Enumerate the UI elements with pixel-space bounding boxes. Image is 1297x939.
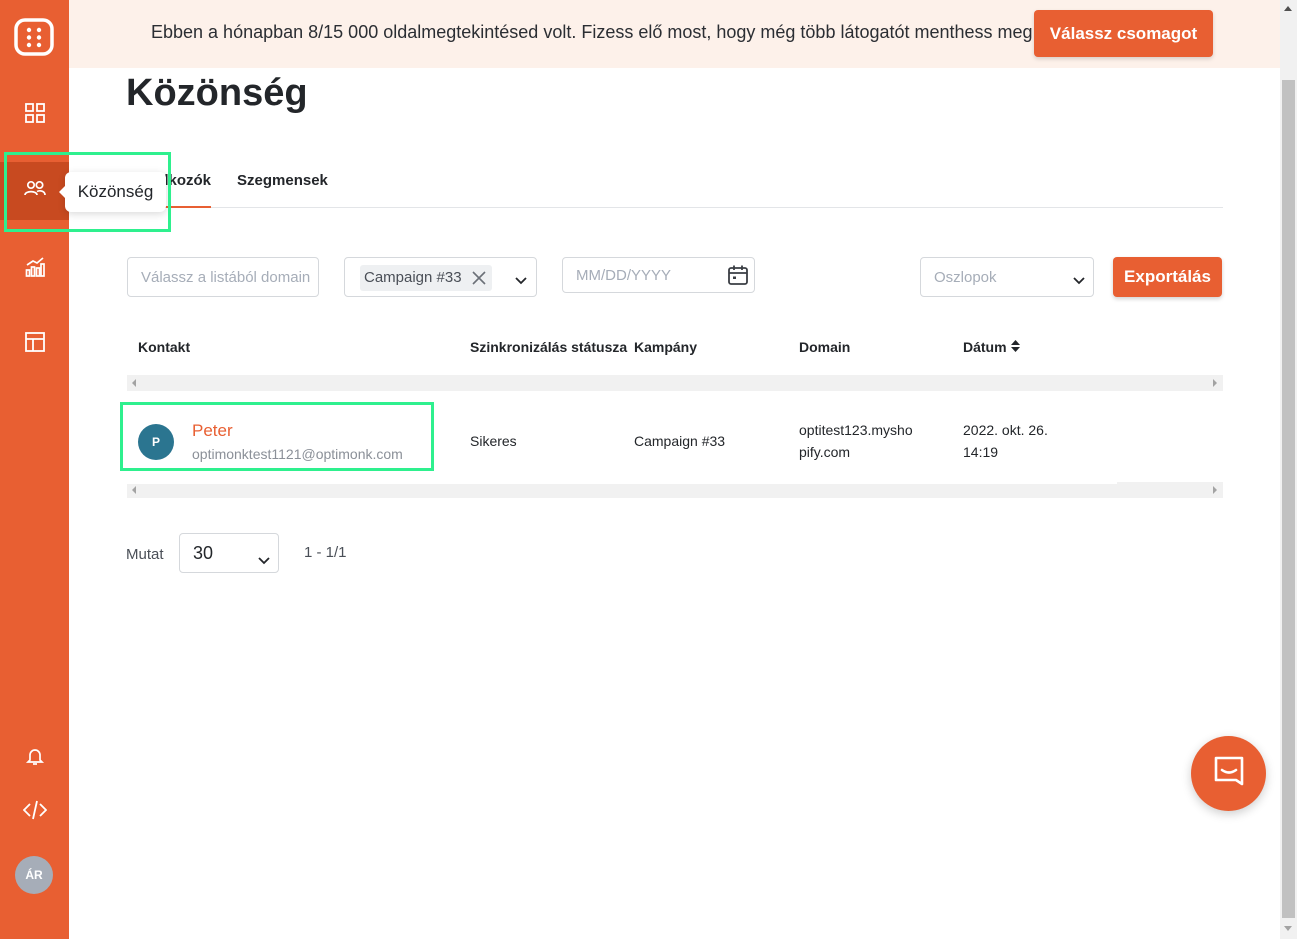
date-input[interactable]: MM/DD/YYYY bbox=[562, 257, 755, 293]
column-header-domain: Domain bbox=[799, 339, 851, 355]
date-input-placeholder: MM/DD/YYYY bbox=[576, 267, 672, 284]
per-page-value: 30 bbox=[193, 543, 214, 563]
banner-message: Ebben a hónapban 8/15 000 oldalmegtekint… bbox=[151, 22, 1038, 42]
sidebar-item-notifications[interactable] bbox=[0, 729, 69, 787]
scroll-left-arrow-icon[interactable] bbox=[132, 486, 136, 494]
tab-segments[interactable]: Szegmensek bbox=[237, 172, 328, 189]
column-header-sync-status: Szinkronizálás státusza bbox=[470, 339, 628, 355]
app-root: ÁR Ebben a hónapban 8/15 000 oldalmegtek… bbox=[0, 0, 1297, 939]
sidebar-tooltip: Közönség bbox=[59, 172, 166, 212]
page-title: Közönség bbox=[126, 72, 308, 114]
app-logo-icon[interactable] bbox=[14, 18, 54, 58]
table-header-scrollbar[interactable] bbox=[127, 375, 1223, 391]
table-body-scrollbar[interactable] bbox=[127, 482, 1223, 498]
chat-icon bbox=[1212, 754, 1246, 793]
column-header-campaign: Kampány bbox=[634, 339, 698, 355]
contact-avatar: P bbox=[138, 424, 174, 460]
sidebar-item-code[interactable] bbox=[0, 783, 69, 841]
page-scrollbar[interactable] bbox=[1280, 0, 1297, 939]
sort-icon[interactable] bbox=[1010, 339, 1020, 355]
chevron-down-icon bbox=[515, 272, 527, 289]
column-header-contact: Kontakt bbox=[138, 339, 191, 355]
remove-chip-icon[interactable] bbox=[470, 269, 488, 291]
per-page-label: Mutat bbox=[126, 546, 164, 563]
scrollbar-thumb[interactable] bbox=[1282, 80, 1295, 918]
date-cell-line1: 2022. okt. 26. bbox=[963, 422, 1048, 438]
choose-plan-button[interactable]: Válassz csomagot bbox=[1034, 10, 1213, 57]
domain-cell-line2: pify.com bbox=[799, 444, 851, 460]
sidebar-item-analytics[interactable] bbox=[0, 240, 69, 298]
campaign-select[interactable]: Campaign #33 bbox=[344, 257, 537, 297]
dashboard-icon bbox=[24, 102, 45, 128]
per-page-select[interactable]: 30 bbox=[179, 533, 279, 573]
analytics-icon bbox=[25, 256, 45, 282]
campaign-chip: Campaign #33 bbox=[360, 265, 492, 291]
columns-select[interactable]: Oszlopok bbox=[920, 257, 1094, 297]
contact-name-link[interactable]: Peter bbox=[192, 421, 233, 441]
user-avatar[interactable]: ÁR bbox=[15, 856, 53, 894]
pagination-range: 1 - 1/1 bbox=[304, 544, 347, 561]
campaign-chip-label: Campaign #33 bbox=[364, 269, 462, 286]
sync-status-cell: Sikeres bbox=[470, 433, 517, 449]
columns-select-placeholder: Oszlopok bbox=[934, 269, 997, 286]
column-header-date-label: Dátum bbox=[963, 339, 1007, 355]
scroll-up-arrow-icon[interactable] bbox=[1284, 6, 1292, 11]
tab-bar: lkozók Szegmensek bbox=[126, 160, 1223, 208]
code-icon bbox=[22, 800, 47, 825]
notification-bell-icon bbox=[25, 746, 45, 771]
chevron-down-icon bbox=[258, 549, 270, 570]
scroll-down-arrow-icon[interactable] bbox=[1284, 926, 1292, 931]
domain-select[interactable]: Válassz a listából domain bbox=[127, 257, 319, 297]
sidebar: ÁR bbox=[0, 0, 69, 939]
scroll-right-arrow-icon[interactable] bbox=[1213, 379, 1217, 387]
contact-email: optimonktest1121@optimonk.com bbox=[192, 446, 403, 462]
domain-cell: optitest123.mysho pify.com bbox=[799, 419, 913, 463]
campaign-cell: Campaign #33 bbox=[634, 433, 726, 449]
scroll-left-arrow-icon[interactable] bbox=[132, 379, 136, 387]
scrollbar-thumb-edge bbox=[127, 482, 1117, 484]
audience-icon bbox=[23, 180, 46, 203]
date-cell: 2022. okt. 26. 14:19 bbox=[963, 419, 1048, 463]
domain-cell-line1: optitest123.mysho bbox=[799, 422, 913, 438]
sidebar-item-dashboard[interactable] bbox=[0, 86, 69, 144]
chat-button[interactable] bbox=[1191, 736, 1266, 811]
chevron-down-icon bbox=[1073, 272, 1085, 289]
scroll-right-arrow-icon[interactable] bbox=[1213, 486, 1217, 494]
sidebar-item-templates[interactable] bbox=[0, 315, 69, 373]
date-cell-line2: 14:19 bbox=[963, 444, 999, 460]
table-row[interactable]: P Peter optimonktest1121@optimonk.com Si… bbox=[127, 395, 1223, 481]
calendar-icon[interactable] bbox=[727, 264, 749, 290]
upgrade-banner: Ebben a hónapban 8/15 000 oldalmegtekint… bbox=[69, 0, 1280, 68]
domain-select-placeholder: Válassz a listából domain bbox=[141, 269, 311, 286]
templates-icon bbox=[24, 331, 45, 357]
column-header-date[interactable]: Dátum bbox=[963, 339, 1020, 355]
export-button[interactable]: Exportálás bbox=[1113, 257, 1222, 297]
